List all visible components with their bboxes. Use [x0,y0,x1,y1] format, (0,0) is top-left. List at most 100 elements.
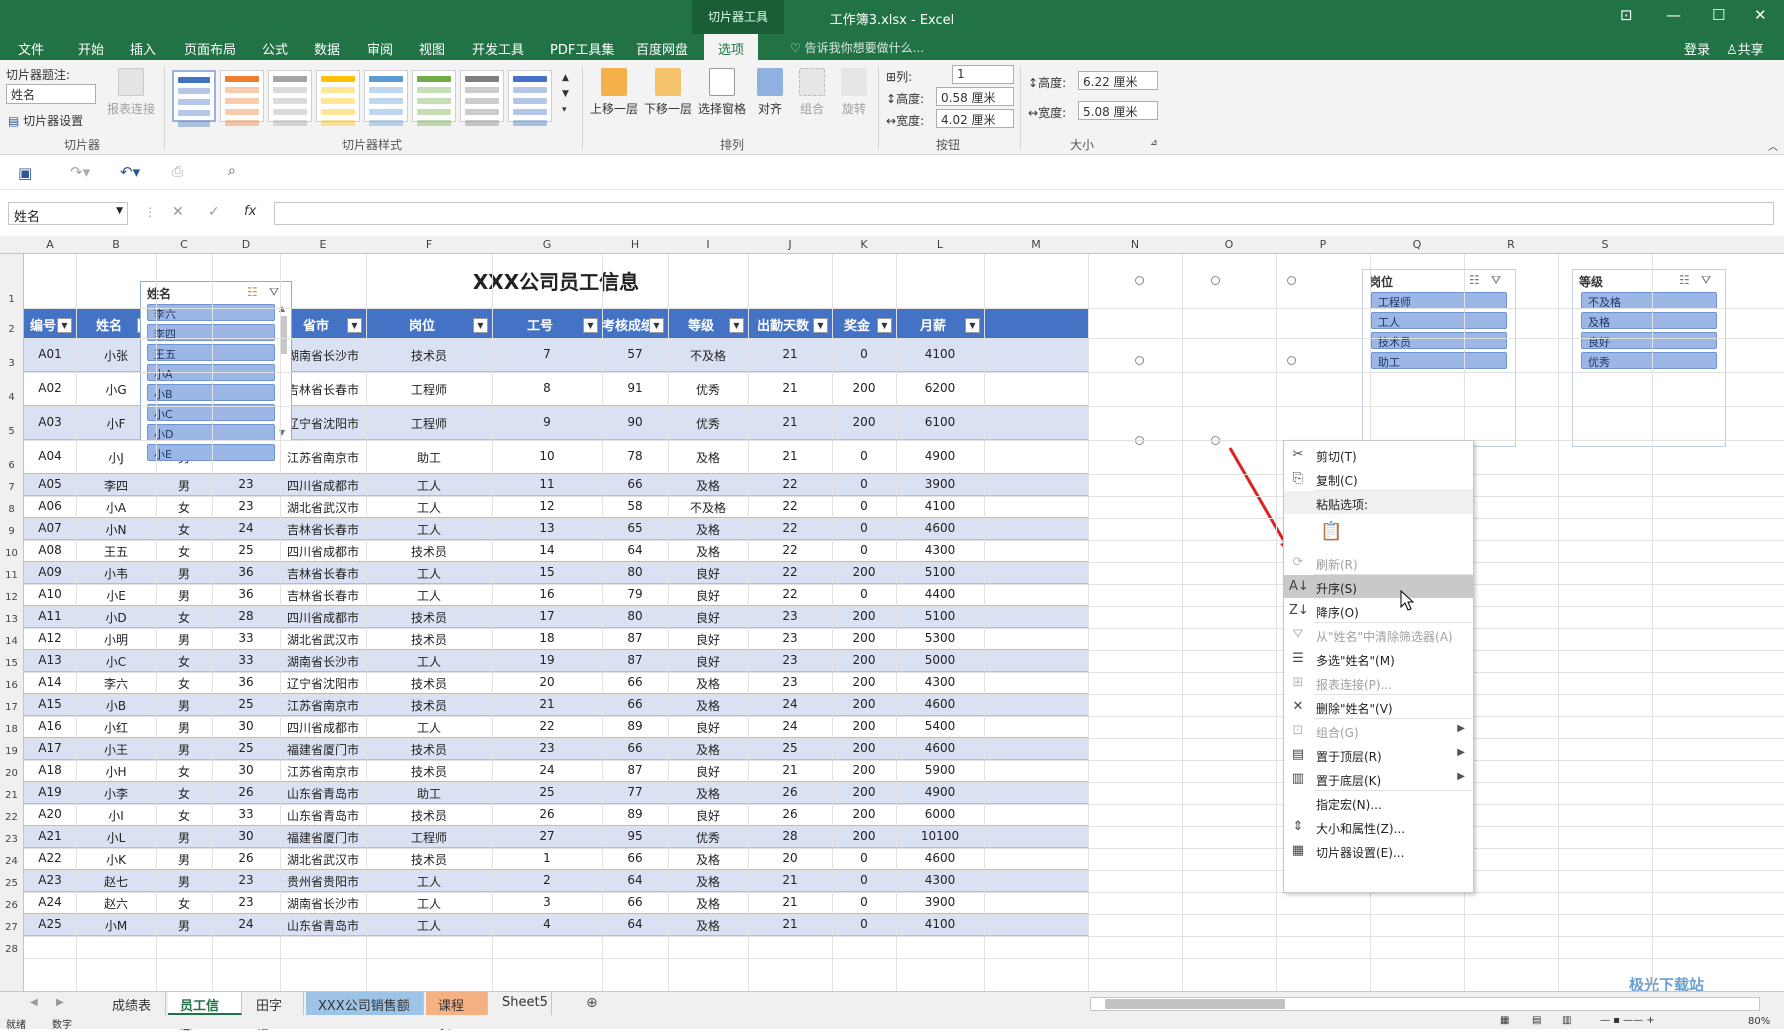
table-cell[interactable]: 36 [212,565,280,579]
row-header[interactable]: 22 [0,812,23,823]
table-cell[interactable]: 200 [832,829,896,843]
column-header[interactable]: M [984,238,1088,251]
table-cell[interactable]: 良好 [668,763,748,780]
tab-baidu-netdisk[interactable]: 百度网盘 [636,39,688,58]
table-cell[interactable]: 男 [156,697,212,714]
table-cell[interactable]: 23 [212,895,280,909]
table-cell[interactable]: 200 [832,741,896,755]
column-header[interactable]: G [492,238,602,251]
clear-filter-icon[interactable]: ⛛ [1701,273,1711,288]
table-cell[interactable]: 90 [602,415,668,429]
cut-menu-item[interactable]: ✂ 剪切(T) [1284,443,1473,466]
table-cell[interactable]: 小L [76,829,156,846]
table-cell[interactable]: 200 [832,653,896,667]
table-cell[interactable]: 79 [602,587,668,601]
slicer-item[interactable]: 小E [147,444,275,461]
table-cell[interactable]: 4600 [896,741,984,755]
redo-icon[interactable]: ↷▾ [70,163,90,181]
table-cell[interactable]: 24 [492,763,602,777]
resize-handle[interactable] [1211,276,1220,285]
filter-dropdown-icon[interactable]: ▼ [813,318,828,333]
table-cell[interactable]: 200 [832,565,896,579]
row-header[interactable]: 19 [0,746,23,757]
view-normal-icon[interactable]: ▦ [1500,1015,1509,1026]
table-cell[interactable]: 3900 [896,477,984,491]
table-cell[interactable]: 0 [832,873,896,887]
table-cell[interactable]: 30 [212,719,280,733]
table-cell[interactable]: 66 [602,697,668,711]
table-cell[interactable]: 女 [156,807,212,824]
slicer-style-6[interactable] [412,70,456,126]
table-cell[interactable]: 女 [156,653,212,670]
zoom-preview-icon[interactable]: ⌕ [228,163,236,179]
slicer-item[interactable]: 助工 [1371,352,1507,369]
table-cell[interactable]: 及格 [668,917,748,934]
column-header[interactable]: I [668,238,748,251]
table-cell[interactable]: 87 [602,631,668,645]
table-cell[interactable]: A19 [24,785,76,799]
report-connections-menu-item[interactable]: ⊞ 报表连接(P)... [1284,671,1473,694]
table-cell[interactable]: 技术员 [366,347,492,364]
table-cell[interactable]: 女 [156,763,212,780]
table-cell[interactable]: 22 [748,521,832,535]
table-cell[interactable]: 22 [748,477,832,491]
table-cell[interactable]: 工人 [366,565,492,582]
table-cell[interactable]: 及格 [668,873,748,890]
table-cell[interactable]: 64 [602,873,668,887]
slicer-item[interactable]: 不及格 [1581,292,1717,309]
table-cell[interactable]: A17 [24,741,76,755]
table-cell[interactable]: 小韦 [76,565,156,582]
table-cell[interactable]: 4900 [896,785,984,799]
name-box[interactable]: 姓名 ▼ [8,202,128,225]
table-cell[interactable]: 23 [748,631,832,645]
table-cell[interactable]: 200 [832,719,896,733]
table-cell[interactable]: 良好 [668,565,748,582]
table-cell[interactable]: 及格 [668,477,748,494]
collapse-ribbon-icon[interactable]: ︿ [1768,138,1778,153]
table-cell[interactable]: 21 [748,917,832,931]
resize-handle[interactable] [1135,276,1144,285]
table-cell[interactable]: 辽宁省沈阳市 [280,675,366,692]
table-cell[interactable]: 25 [748,741,832,755]
table-cell[interactable]: 22 [748,565,832,579]
table-cell[interactable]: 良好 [668,807,748,824]
resize-handle[interactable] [1287,356,1296,365]
table-cell[interactable]: 小李 [76,785,156,802]
table-cell[interactable]: 男 [156,631,212,648]
table-cell[interactable]: 小J [76,449,156,466]
table-cell[interactable]: A20 [24,807,76,821]
table-cell[interactable]: 21 [748,873,832,887]
table-cell[interactable]: 0 [832,521,896,535]
table-cell[interactable]: 13 [492,521,602,535]
sheet-tab[interactable]: XXX公司销售额 [306,992,424,1015]
table-cell[interactable]: 女 [156,895,212,912]
table-cell[interactable]: 26 [748,807,832,821]
table-cell[interactable]: 湖南省长沙市 [280,895,366,912]
column-header[interactable]: K [832,238,896,251]
table-cell[interactable]: 15 [492,565,602,579]
slicer-style-2[interactable] [220,70,264,126]
cancel-icon[interactable]: ✕ [172,204,184,220]
table-cell[interactable]: 0 [832,449,896,463]
table-cell[interactable]: 工人 [366,653,492,670]
prev-sheet-icon[interactable]: ◀ [30,997,38,1008]
table-cell[interactable]: 湖北省武汉市 [280,499,366,516]
table-cell[interactable]: 23 [492,741,602,755]
table-cell[interactable]: 吉林省长春市 [280,381,366,398]
slicer-grade[interactable]: 等级 ☷ ⛛ 不及格 及格 良好 优秀 [1572,269,1726,447]
table-cell[interactable]: 26 [748,785,832,799]
table-cell[interactable]: 小D [76,609,156,626]
table-cell[interactable]: 3 [492,895,602,909]
column-header[interactable]: H [602,238,668,251]
table-cell[interactable]: 66 [602,477,668,491]
table-cell[interactable]: 优秀 [668,415,748,432]
filter-dropdown-icon[interactable]: ▼ [965,318,980,333]
table-cell[interactable]: 22 [748,499,832,513]
table-cell[interactable]: 山东省青岛市 [280,917,366,934]
horizontal-scrollbar[interactable] [1090,997,1760,1011]
table-cell[interactable]: 14 [492,543,602,557]
table-cell[interactable]: 男 [156,477,212,494]
table-cell[interactable]: 江苏省南京市 [280,697,366,714]
table-cell[interactable]: 技术员 [366,543,492,560]
scrollbar-thumb[interactable] [1105,999,1285,1009]
